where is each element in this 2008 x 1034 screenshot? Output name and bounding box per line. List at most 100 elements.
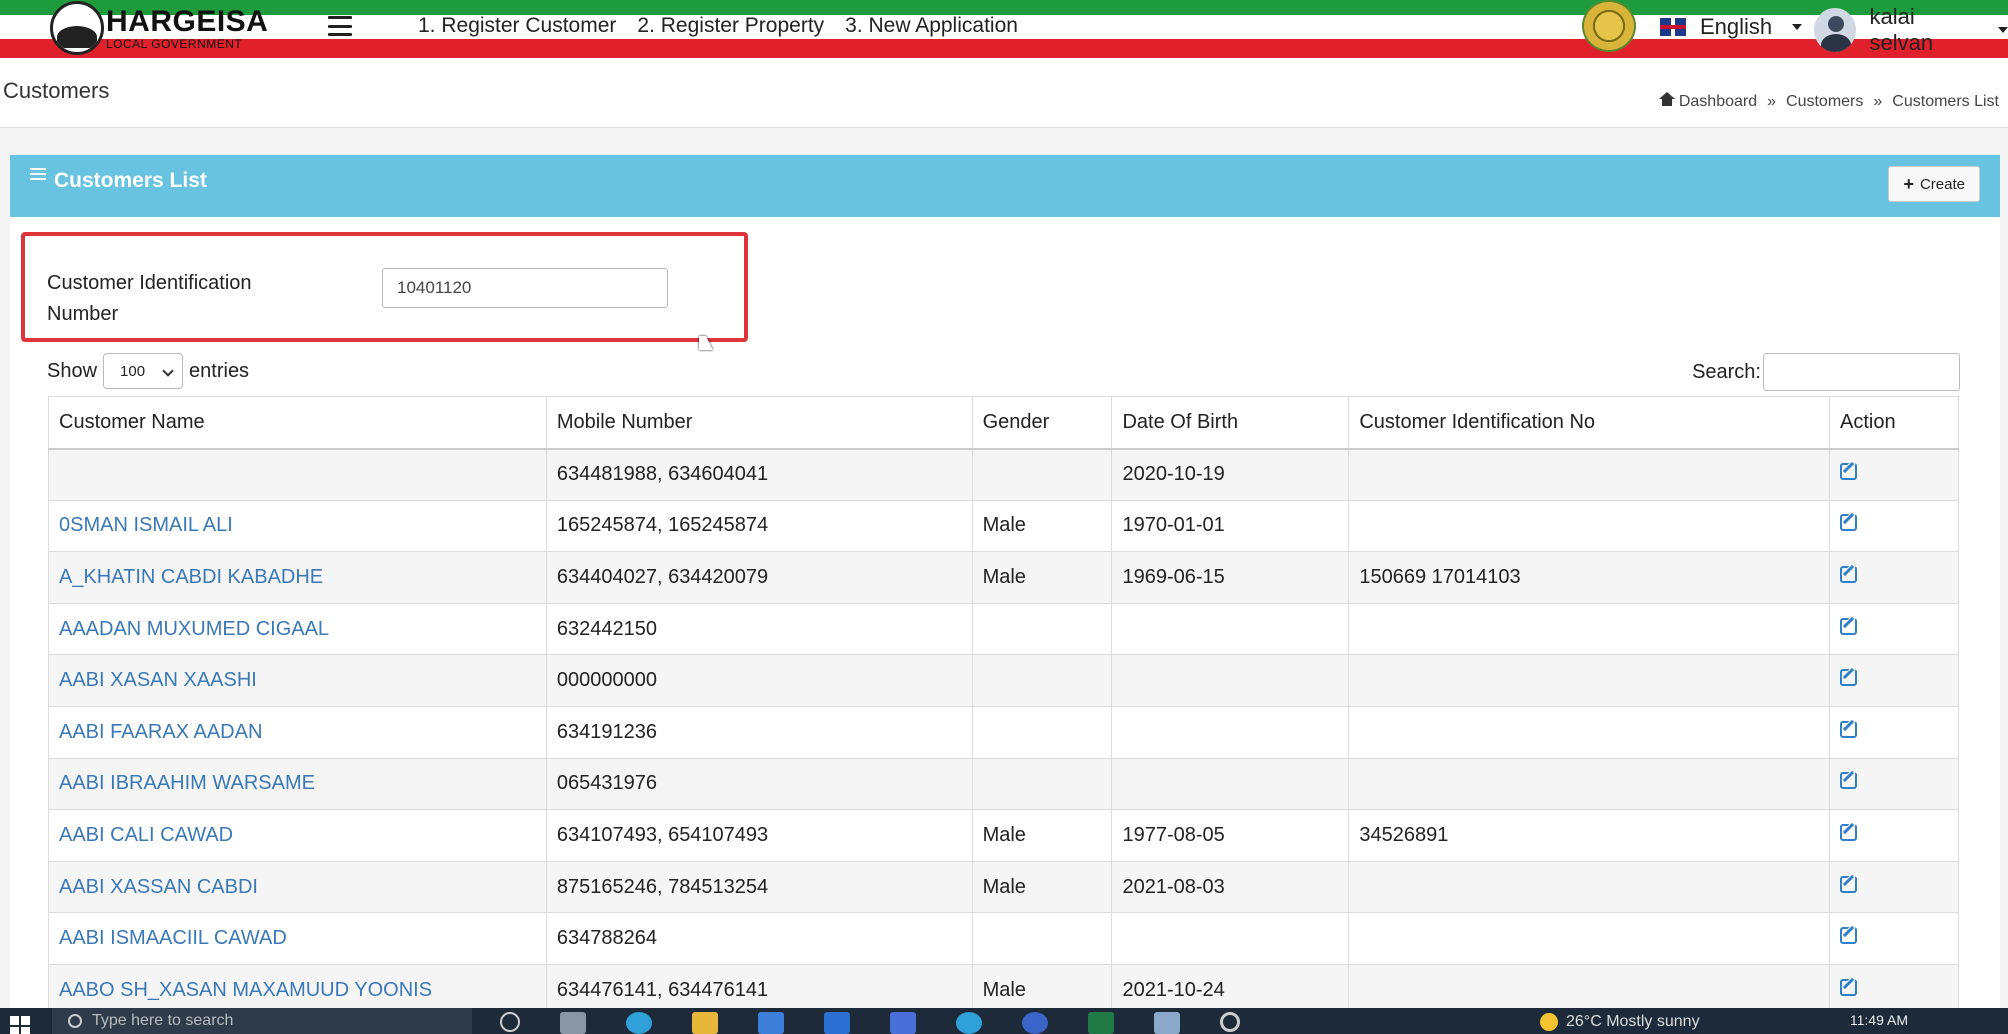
mail-icon[interactable]: [824, 1012, 850, 1034]
customer-id-cell: [1348, 448, 1831, 501]
filter-label: Customer Identification Number: [47, 272, 252, 325]
breadcrumb-customers[interactable]: Customers: [1786, 93, 1863, 111]
taskbar-search-placeholder: Type here to search: [92, 1012, 234, 1029]
create-button[interactable]: + Create: [1888, 166, 1980, 202]
date-of-birth-cell: [1111, 705, 1350, 759]
edit-icon[interactable]: [1840, 978, 1858, 996]
settings-icon[interactable]: [1220, 1012, 1240, 1032]
entries-label: entries: [189, 359, 250, 382]
home-icon: [1658, 92, 1675, 106]
taskbar-apps: [500, 1012, 1240, 1034]
plus-icon: +: [1903, 174, 1914, 194]
app-icon[interactable]: [1022, 1012, 1048, 1034]
edit-icon[interactable]: [1840, 875, 1858, 893]
customer-id-cell: [1348, 602, 1831, 656]
weather-widget[interactable]: 26°C Mostly sunny: [1540, 1013, 1700, 1031]
search-input[interactable]: [1763, 353, 1960, 391]
menu-toggle-icon[interactable]: [328, 16, 352, 36]
create-button-label: Create: [1919, 175, 1965, 193]
edit-icon[interactable]: [1840, 927, 1858, 945]
edit-icon[interactable]: [1840, 463, 1858, 481]
taskbar-clock[interactable]: 11:49 AM: [1850, 1012, 1908, 1028]
column-header[interactable]: Customer Name: [48, 396, 547, 450]
column-header[interactable]: Customer Identification No: [1348, 396, 1831, 450]
customer-name-link[interactable]: AABI ISMAACIIL CAWAD: [59, 927, 287, 949]
customer-id-cell: [1348, 912, 1831, 965]
customer-name-link[interactable]: AABI IBRAAHIM WARSAME: [59, 772, 315, 794]
app-icon[interactable]: [1154, 1012, 1180, 1034]
top-navbar: HARGEISA LOCAL GOVERNMENT 1. Register Cu…: [0, 0, 2008, 58]
gender-cell: Male: [971, 860, 1113, 914]
customer-name-link[interactable]: A_KHATIN CABDI KABADHE: [59, 566, 323, 588]
customer-id-cell: [1348, 654, 1831, 707]
excel-icon[interactable]: [1088, 1012, 1114, 1034]
customer-id-cell: 34526891: [1348, 809, 1831, 862]
customer-name-link[interactable]: AAADAN MUXUMED CIGAAL: [59, 618, 329, 640]
flag-stripe-green: [0, 0, 2008, 15]
nav-register-customer[interactable]: 1. Register Customer: [418, 14, 616, 38]
customer-name-cell: AABI XASSAN CABDI: [48, 860, 547, 914]
flag-stripe-red: [0, 39, 2008, 58]
customer-id-cell: 150669 17014103: [1348, 551, 1831, 604]
edit-icon[interactable]: [1840, 617, 1858, 635]
customer-name-link[interactable]: AABI CALI CAWAD: [59, 824, 233, 846]
action-cell: [1829, 705, 1959, 759]
customer-name-link[interactable]: AABI FAARAX AADAN: [59, 721, 262, 743]
column-header[interactable]: Mobile Number: [545, 396, 973, 450]
customer-name-link[interactable]: AABO SH_XASAN MAXAMUUD YOONIS: [59, 979, 432, 1001]
store-icon[interactable]: [758, 1012, 784, 1034]
table-header-row: Customer Name Mobile Number Gender Date Of …: [48, 396, 1959, 450]
app-icon[interactable]: [890, 1012, 916, 1034]
mobile-number-cell: 632442150: [545, 602, 973, 656]
edit-icon[interactable]: [1840, 772, 1858, 790]
table-search: Search:: [1692, 353, 1960, 391]
gender-cell: Male: [971, 809, 1113, 862]
column-header[interactable]: Action: [1829, 396, 1959, 450]
customers-panel: Customers List + Create Customer Identif…: [10, 155, 2000, 1034]
logo-subtitle: LOCAL GOVERNMENT: [106, 36, 243, 51]
column-header[interactable]: Date Of Birth: [1111, 396, 1350, 450]
entries-select[interactable]: 100: [103, 353, 184, 389]
customer-name-cell: AABI CALI CAWAD: [48, 809, 547, 862]
logo-emblem-icon: [50, 1, 104, 55]
action-cell: [1829, 809, 1959, 862]
edit-icon[interactable]: [1840, 669, 1858, 687]
chevron-down-icon: [1998, 27, 2008, 33]
edge-active-icon[interactable]: [956, 1012, 982, 1034]
table-row: AABI IBRAAHIM WARSAME 065431976: [48, 757, 1959, 811]
cortana-icon[interactable]: [500, 1012, 520, 1032]
customer-id-cell: [1348, 499, 1831, 553]
mobile-number-cell: 165245874, 165245874: [545, 499, 973, 553]
windows-start-icon[interactable]: [10, 1016, 30, 1034]
edit-icon[interactable]: [1840, 823, 1858, 841]
user-menu[interactable]: kalai selvan: [1814, 4, 2008, 56]
hargeisa-logo[interactable]: HARGEISA LOCAL GOVERNMENT: [50, 1, 268, 55]
table-row: AABI XASSAN CABDI 875165246, 784513254 Mal…: [48, 860, 1959, 914]
column-header[interactable]: Gender: [971, 396, 1113, 450]
chevron-down-icon: [1792, 24, 1803, 30]
user-name: kalai selvan: [1869, 4, 1934, 55]
customer-name-cell: AABI ISMAACIIL CAWAD: [48, 912, 547, 965]
breadcrumb-dashboard[interactable]: Dashboard: [1658, 92, 1757, 111]
taskbar-search[interactable]: Type here to search: [52, 1008, 472, 1034]
date-of-birth-cell: 1977-08-05: [1111, 809, 1350, 862]
edit-icon[interactable]: [1840, 720, 1858, 738]
nav-new-application[interactable]: 3. New Application: [845, 14, 1018, 38]
language-dropdown[interactable]: English: [1660, 14, 1803, 40]
date-of-birth-cell: [1111, 912, 1350, 965]
file-explorer-icon[interactable]: [692, 1012, 718, 1034]
customer-name-link[interactable]: 0SMAN ISMAIL ALI: [59, 514, 233, 536]
breadcrumb-separator: »: [1873, 92, 1883, 110]
show-label: Show: [47, 359, 98, 382]
customer-id-input[interactable]: [382, 268, 668, 308]
mobile-number-cell: 065431976: [545, 757, 973, 811]
edge-icon[interactable]: [626, 1012, 652, 1034]
customer-name-link[interactable]: AABI XASSAN CABDI: [59, 876, 258, 898]
action-cell: [1829, 602, 1959, 656]
edit-icon[interactable]: [1840, 565, 1858, 583]
task-view-icon[interactable]: [560, 1012, 586, 1034]
customer-name-link[interactable]: AABI XASAN XAASHI: [59, 669, 257, 691]
customer-name-cell: AAADAN MUXUMED CIGAAL: [48, 602, 547, 656]
edit-icon[interactable]: [1840, 514, 1858, 532]
nav-register-property[interactable]: 2. Register Property: [637, 14, 824, 38]
